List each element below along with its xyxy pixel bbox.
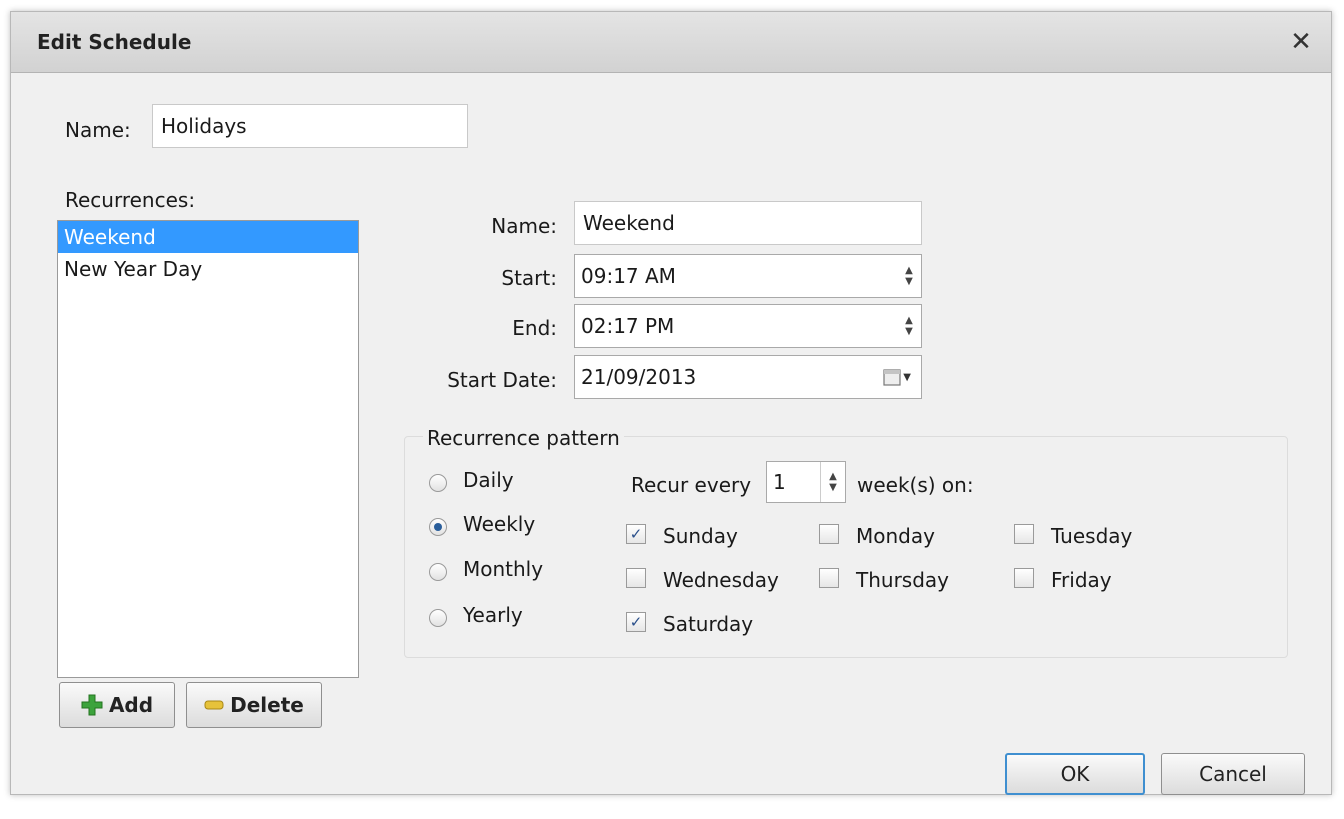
start-time-label: Start:	[501, 266, 557, 290]
weeks-on-label: week(s) on:	[857, 473, 974, 497]
add-button[interactable]: Add	[59, 682, 175, 728]
checkbox-wednesday-label: Wednesday	[663, 568, 779, 592]
ok-button[interactable]: OK	[1005, 753, 1145, 795]
recur-every-spinner[interactable]: ▲ ▼	[820, 462, 845, 502]
cancel-button[interactable]: Cancel	[1161, 753, 1305, 795]
end-time-input[interactable]: 02:17 PM ▲ ▼	[574, 304, 922, 348]
checkbox-sunday[interactable]: ✓	[626, 524, 646, 544]
checkbox-sunday-label: Sunday	[663, 524, 738, 548]
delete-button[interactable]: Delete	[186, 682, 322, 728]
ok-button-label: OK	[1060, 762, 1090, 786]
end-time-value: 02:17 PM	[581, 314, 675, 338]
recurrence-name-label: Name:	[491, 214, 557, 238]
add-button-label: Add	[108, 693, 154, 717]
recur-every-value: 1	[773, 470, 786, 494]
calendar-icon	[883, 369, 901, 386]
recur-every-label: Recur every	[631, 473, 752, 497]
checkbox-wednesday[interactable]	[626, 568, 646, 588]
end-time-spinner[interactable]: ▲ ▼	[897, 305, 921, 347]
start-time-value: 09:17 AM	[581, 264, 676, 288]
cancel-button-label: Cancel	[1199, 762, 1267, 786]
spin-down-icon[interactable]: ▼	[905, 276, 913, 287]
spin-up-icon[interactable]: ▲	[905, 265, 913, 276]
recurrence-pattern-group	[404, 436, 1288, 658]
checkbox-monday-label: Monday	[856, 524, 935, 548]
close-icon[interactable]: ✕	[1285, 26, 1317, 58]
start-time-spinner[interactable]: ▲ ▼	[897, 255, 921, 297]
start-time-input[interactable]: 09:17 AM ▲ ▼	[574, 254, 922, 298]
radio-monthly-label: Monthly	[463, 557, 544, 581]
dialog-title: Edit Schedule	[37, 30, 192, 54]
spin-down-icon[interactable]: ▼	[829, 482, 837, 493]
recurrence-name-value: Weekend	[583, 211, 675, 235]
checkbox-friday[interactable]	[1014, 568, 1034, 588]
recur-every-stepper[interactable]: 1 ▲ ▼	[766, 461, 846, 503]
checkbox-tuesday[interactable]	[1014, 524, 1034, 544]
edit-schedule-dialog: Edit Schedule ✕ Name: Holidays Recurrenc…	[10, 11, 1332, 795]
recurrence-pattern-title: Recurrence pattern	[423, 426, 624, 450]
calendar-dropdown[interactable]: ▼	[883, 368, 911, 386]
plus-icon	[81, 694, 103, 716]
checkbox-friday-label: Friday	[1051, 568, 1112, 592]
delete-button-label: Delete	[230, 693, 304, 717]
start-date-input[interactable]: 21/09/2013 ▼	[574, 355, 922, 399]
list-item-new-year-day[interactable]: New Year Day	[58, 253, 358, 285]
radio-monthly[interactable]	[429, 563, 447, 581]
recurrence-name-input[interactable]: Weekend	[574, 201, 922, 245]
radio-daily-label: Daily	[463, 468, 514, 492]
schedule-name-value: Holidays	[161, 114, 247, 138]
checkbox-thursday[interactable]	[819, 568, 839, 588]
checkbox-tuesday-label: Tuesday	[1051, 524, 1133, 548]
checkbox-thursday-label: Thursday	[856, 568, 949, 592]
start-date-label: Start Date:	[447, 368, 557, 392]
spin-up-icon[interactable]: ▲	[905, 315, 913, 326]
title-bar: Edit Schedule ✕	[11, 12, 1331, 73]
start-date-value: 21/09/2013	[581, 365, 697, 389]
radio-yearly-label: Yearly	[463, 603, 523, 627]
radio-weekly-label: Weekly	[463, 512, 536, 536]
recurrences-list[interactable]: Weekend New Year Day	[57, 220, 359, 678]
minus-icon	[204, 700, 224, 710]
checkbox-monday[interactable]	[819, 524, 839, 544]
recurrences-label: Recurrences:	[65, 188, 196, 212]
spin-down-icon[interactable]: ▼	[905, 326, 913, 337]
radio-daily[interactable]	[429, 474, 447, 492]
spin-up-icon[interactable]: ▲	[829, 471, 837, 482]
list-item-weekend[interactable]: Weekend	[58, 221, 358, 253]
radio-yearly[interactable]	[429, 609, 447, 627]
schedule-name-label: Name:	[65, 118, 131, 142]
chevron-down-icon: ▼	[903, 371, 911, 383]
end-time-label: End:	[512, 316, 557, 340]
checkbox-saturday[interactable]: ✓	[626, 612, 646, 632]
radio-weekly[interactable]	[429, 518, 447, 536]
schedule-name-input[interactable]: Holidays	[152, 104, 468, 148]
checkbox-saturday-label: Saturday	[663, 612, 754, 636]
